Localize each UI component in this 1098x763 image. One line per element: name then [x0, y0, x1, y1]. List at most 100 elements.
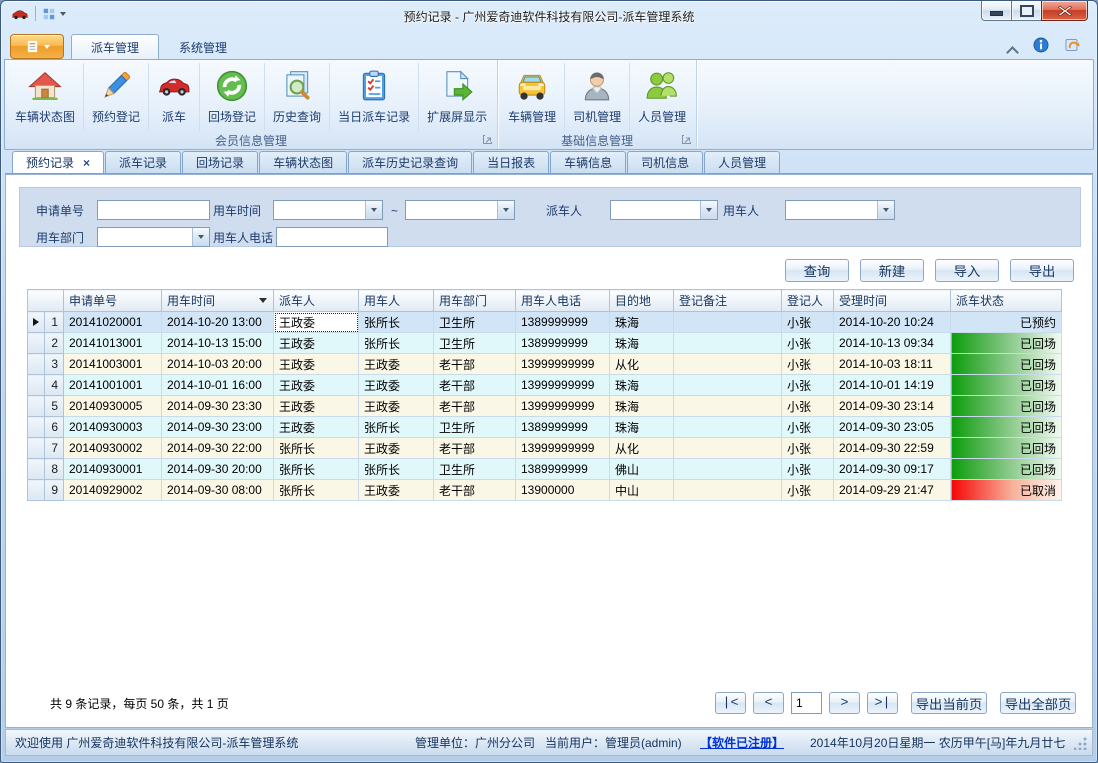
table-cell[interactable]: 2014-09-29 21:47	[834, 480, 951, 501]
close-tab-icon[interactable]: ×	[83, 157, 90, 169]
table-cell[interactable]: 小张	[782, 312, 834, 333]
doc-tab-7[interactable]: 车辆信息	[550, 151, 626, 173]
filter-input-field[interactable]	[98, 228, 192, 246]
doc-tab-6[interactable]: 当日报表	[473, 151, 549, 173]
action-button-4[interactable]: 导出	[1010, 259, 1074, 282]
table-cell[interactable]: 2014-09-30 23:00	[162, 417, 274, 438]
ribbon-button[interactable]: 回场登记	[200, 63, 265, 131]
table-cell[interactable]: 王政委	[274, 333, 359, 354]
table-cell[interactable]: 2014-09-30 08:00	[162, 480, 274, 501]
table-cell[interactable]: 王政委	[359, 354, 434, 375]
column-header[interactable]: 用车时间	[162, 290, 274, 312]
table-cell[interactable]: 中山	[610, 480, 674, 501]
table-cell[interactable]: 张所长	[274, 459, 359, 480]
table-cell[interactable]: 2014-10-01 16:00	[162, 375, 274, 396]
table-cell[interactable]: 20141001001	[64, 375, 162, 396]
table-cell[interactable]: 卫生所	[434, 417, 516, 438]
filter-text-input[interactable]	[276, 227, 388, 247]
minimize-button[interactable]	[981, 0, 1011, 21]
column-header[interactable]: 派车状态	[951, 290, 1062, 312]
next-page-button[interactable]: >	[829, 692, 860, 714]
action-button-2[interactable]: 新建	[860, 259, 924, 282]
table-cell[interactable]: 卫生所	[434, 459, 516, 480]
filter-combo[interactable]	[97, 227, 210, 247]
row-number-cell[interactable]: 1	[45, 312, 64, 333]
table-cell[interactable]: 2014-10-13 15:00	[162, 333, 274, 354]
table-cell[interactable]: 小张	[782, 375, 834, 396]
status-cell[interactable]: 已回场	[951, 438, 1062, 459]
status-cell[interactable]: 已预约	[951, 312, 1062, 333]
ribbon-button[interactable]: 司机管理	[565, 63, 630, 131]
action-button-3[interactable]: 导入	[935, 259, 999, 282]
status-cell[interactable]: 已回场	[951, 396, 1062, 417]
table-cell[interactable]: 1389999999	[516, 312, 610, 333]
filter-input-field[interactable]	[274, 201, 365, 219]
prev-page-button[interactable]: <	[753, 692, 784, 714]
combo-dropdown-button[interactable]	[497, 201, 514, 219]
table-cell[interactable]	[674, 417, 782, 438]
layout-switch-icon[interactable]	[42, 7, 66, 21]
table-cell[interactable]	[674, 354, 782, 375]
ribbon-tab-2[interactable]: 系统管理	[159, 34, 247, 59]
column-header[interactable]: 用车人	[359, 290, 434, 312]
row-number-cell[interactable]: 3	[45, 354, 64, 375]
table-cell[interactable]: 老干部	[434, 354, 516, 375]
table-cell[interactable]: 2014-10-13 09:34	[834, 333, 951, 354]
collapse-ribbon-icon[interactable]	[1008, 44, 1018, 50]
table-row[interactable]: 8201409300012014-09-30 20:00张所长张所长卫生所138…	[28, 459, 1062, 480]
row-number-cell[interactable]: 8	[45, 459, 64, 480]
column-header[interactable]: 用车人电话	[516, 290, 610, 312]
table-cell[interactable]: 20140930003	[64, 417, 162, 438]
table-cell[interactable]: 王政委	[359, 438, 434, 459]
ribbon-button[interactable]: 车辆管理	[500, 63, 565, 131]
table-row[interactable]: 1201410200012014-10-20 13:00王政委张所长卫生所138…	[28, 312, 1062, 333]
action-button-1[interactable]: 查询	[785, 259, 849, 282]
table-cell[interactable]: 2014-10-03 18:11	[834, 354, 951, 375]
table-cell[interactable]: 2014-10-03 20:00	[162, 354, 274, 375]
table-row[interactable]: 9201409290022014-09-30 08:00张所长王政委老干部139…	[28, 480, 1062, 501]
filter-combo[interactable]	[405, 200, 515, 220]
row-number-cell[interactable]: 7	[45, 438, 64, 459]
ribbon-button[interactable]: 扩展屏显示	[419, 63, 495, 131]
table-cell[interactable]: 王政委	[274, 396, 359, 417]
table-cell[interactable]	[674, 396, 782, 417]
table-cell[interactable]: 珠海	[610, 333, 674, 354]
last-page-button[interactable]: >|	[867, 692, 898, 714]
close-button[interactable]	[1041, 0, 1088, 21]
filter-combo[interactable]	[785, 200, 895, 220]
table-row[interactable]: 5201409300052014-09-30 23:30王政委王政委老干部139…	[28, 396, 1062, 417]
doc-tab-8[interactable]: 司机信息	[627, 151, 703, 173]
column-header[interactable]: 受理时间	[834, 290, 951, 312]
table-cell[interactable]: 1389999999	[516, 333, 610, 354]
table-cell[interactable]: 2014-09-30 22:59	[834, 438, 951, 459]
table-row[interactable]: 4201410010012014-10-01 16:00王政委王政委老干部139…	[28, 375, 1062, 396]
column-header[interactable]: 登记人	[782, 290, 834, 312]
table-row[interactable]: 2201410130012014-10-13 15:00王政委张所长卫生所138…	[28, 333, 1062, 354]
combo-dropdown-button[interactable]	[700, 201, 717, 219]
ribbon-button[interactable]: 当日派车记录	[330, 63, 419, 131]
row-indicator-cell[interactable]	[28, 354, 45, 375]
table-cell[interactable]: 2014-09-30 20:00	[162, 459, 274, 480]
table-cell[interactable]: 小张	[782, 396, 834, 417]
maximize-button[interactable]	[1011, 0, 1041, 21]
table-cell[interactable]: 2014-09-30 23:05	[834, 417, 951, 438]
table-cell[interactable]: 佛山	[610, 459, 674, 480]
filter-input-field[interactable]	[611, 201, 700, 219]
ribbon-button[interactable]: 车辆状态图	[7, 63, 84, 131]
table-cell[interactable]: 1389999999	[516, 417, 610, 438]
table-cell[interactable]: 2014-09-30 09:17	[834, 459, 951, 480]
status-cell[interactable]: 已回场	[951, 333, 1062, 354]
table-cell[interactable]	[674, 333, 782, 354]
table-cell[interactable]: 2014-10-01 14:19	[834, 375, 951, 396]
row-indicator-cell[interactable]	[28, 459, 45, 480]
row-number-cell[interactable]: 2	[45, 333, 64, 354]
table-cell[interactable]: 王政委	[359, 396, 434, 417]
row-indicator-cell[interactable]	[28, 417, 45, 438]
table-row[interactable]: 3201410030012014-10-03 20:00王政委王政委老干部139…	[28, 354, 1062, 375]
combo-dropdown-button[interactable]	[365, 201, 382, 219]
table-cell[interactable]: 小张	[782, 417, 834, 438]
doc-tab-1[interactable]: 预约记录×	[12, 151, 104, 173]
table-cell[interactable]: 王政委	[274, 375, 359, 396]
status-cell[interactable]: 已回场	[951, 417, 1062, 438]
combo-dropdown-button[interactable]	[192, 228, 209, 246]
